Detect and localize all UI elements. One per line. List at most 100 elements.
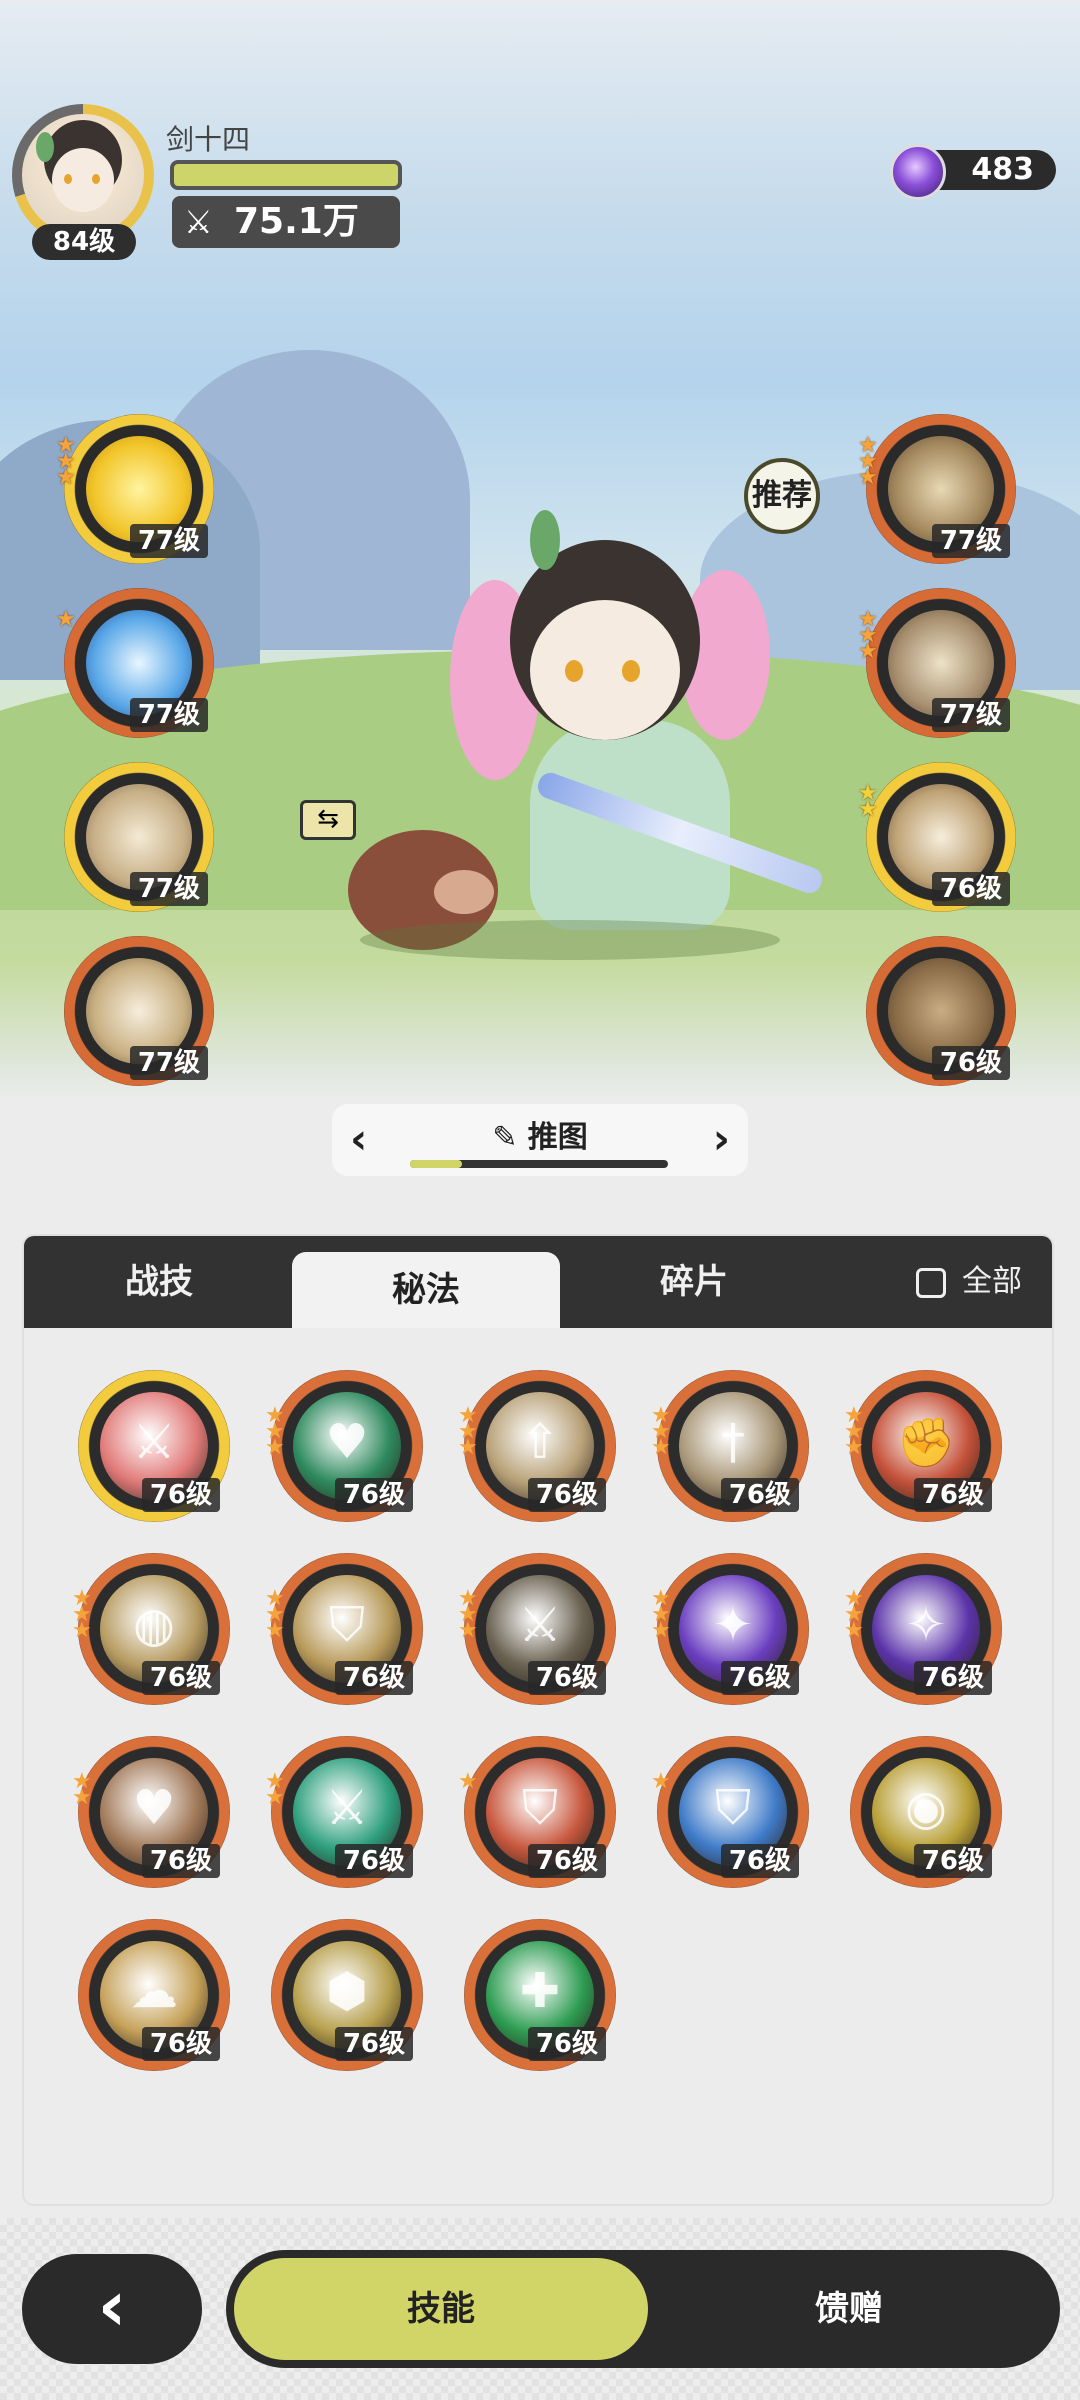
hp-bar — [170, 160, 402, 190]
skill-level: 76级 — [527, 1478, 606, 1512]
skill-glyph: ⇧ — [519, 1414, 561, 1470]
skill-glyph: ⚔ — [325, 1780, 369, 1836]
star-rating: ★ ★ ★ — [458, 1586, 478, 1643]
chevron-left-icon: ‹ — [97, 2265, 127, 2347]
checkbox[interactable] — [916, 1267, 946, 1298]
shadow — [360, 920, 780, 960]
skill-level: 76级 — [334, 1844, 413, 1878]
stage-progress-fill — [410, 1160, 462, 1168]
skill-level: 76级 — [931, 872, 1010, 906]
star-rating: ★ ★ — [72, 1769, 92, 1810]
star-rating: ★ ★ ★ — [651, 1403, 671, 1460]
star-rating: ★ ★ — [858, 781, 878, 822]
skill-slot[interactable]: ◉ 76级 — [850, 1736, 1002, 1888]
star-rating: ★ ★ ★ — [265, 1403, 285, 1460]
skill-glyph: ✦ — [712, 1597, 754, 1653]
skill-slot[interactable]: ♥ ★ ★ 76级 — [72, 1736, 230, 1888]
star-rating: ★ ★ ★ — [858, 607, 878, 664]
skill-panel: 战技 秘法 碎片 全部 ⚔ 76级 ♥ ★ ★ ★ 76级 ⇧ ★ ★ ★ 76级 † ★ ★ ★ 76级 ✊ ★ ★… — [24, 1236, 1052, 2204]
skill-slot[interactable]: ☁ 76级 — [78, 1919, 230, 2071]
star-rating: ★ ★ ★ — [265, 1586, 285, 1643]
star-rating: ★ ★ ★ — [844, 1403, 864, 1460]
skill-slot[interactable]: ✚ 76级 — [464, 1919, 616, 2071]
tab-techniques[interactable]: 战技 — [24, 1236, 294, 1328]
tab-fragments[interactable]: 碎片 — [560, 1236, 828, 1328]
crossed-swords-icon: ⚔ — [184, 203, 213, 241]
skill-level: 76级 — [527, 2027, 606, 2061]
skill-level: 76级 — [527, 1844, 606, 1878]
player-name: 剑十四 — [166, 123, 251, 156]
skill-slot[interactable]: ⛉ ★ 76级 — [651, 1736, 809, 1888]
skill-glyph: ☁ — [130, 1963, 178, 2019]
skill-level: 76级 — [141, 1844, 220, 1878]
star-rating: ★ ★ ★ — [844, 1586, 864, 1643]
skill-slot[interactable]: † ★ ★ ★ 76级 — [651, 1370, 809, 1522]
tab-gift[interactable]: 馈赠 — [646, 2258, 1052, 2360]
star-rating: ★ ★ ★ — [458, 1403, 478, 1460]
left-skill-3[interactable]: 77级 — [64, 762, 214, 912]
skill-slot[interactable]: ⚔ ★ ★ ★ 76级 — [458, 1553, 616, 1705]
currency-display[interactable]: 483 — [890, 144, 1056, 200]
star-rating: ★ ★ ★ — [651, 1586, 671, 1643]
tab-skills[interactable]: 技能 — [234, 2258, 648, 2360]
skill-slot[interactable]: ⚔ ★ ★ 76级 — [265, 1736, 423, 1888]
skill-glyph: ♥ — [132, 1780, 176, 1836]
skill-level: 77级 — [931, 524, 1010, 558]
right-skill-2[interactable]: ★ ★ ★ 77级 — [858, 588, 1016, 738]
right-skill-1[interactable]: ★ ★ ★ 77级 — [858, 414, 1016, 564]
skill-slot[interactable]: ⬢ 76级 — [271, 1919, 423, 2071]
stage-label: 推图 — [527, 1120, 588, 1155]
swap-pet-icon[interactable]: ⇆ — [300, 800, 356, 840]
stage-progress-bar — [410, 1160, 668, 1168]
skill-glyph: ◍ — [133, 1597, 175, 1653]
left-skill-4[interactable]: 77级 — [64, 936, 214, 1086]
right-skill-3[interactable]: ★ ★ 76级 — [858, 762, 1016, 912]
skill-glyph: ⛉ — [521, 1780, 558, 1836]
avatar-image — [22, 114, 144, 236]
skill-level: 76级 — [141, 1478, 220, 1512]
left-skill-2[interactable]: ★ 77级 — [56, 588, 214, 738]
skill-level: 77级 — [129, 1046, 208, 1080]
show-all-toggle[interactable]: 全部 — [916, 1236, 1022, 1328]
skill-slot[interactable]: ♥ ★ ★ ★ 76级 — [265, 1370, 423, 1522]
skill-slot[interactable]: ⛉ ★ ★ ★ 76级 — [265, 1553, 423, 1705]
skill-glyph: ⚔ — [518, 1597, 562, 1653]
star-rating: ★ — [56, 607, 76, 632]
skill-glyph: ✧ — [905, 1597, 947, 1653]
show-all-label: 全部 — [962, 1264, 1022, 1299]
right-skill-4[interactable]: 76级 — [866, 936, 1016, 1086]
skill-level: 76级 — [141, 1661, 220, 1695]
skill-slot[interactable]: ✧ ★ ★ ★ 76级 — [844, 1553, 1002, 1705]
skill-level: 77级 — [129, 872, 208, 906]
skill-glyph: † — [721, 1414, 745, 1470]
skill-glyph: ⬢ — [326, 1963, 368, 2019]
skill-level: 76级 — [720, 1661, 799, 1695]
back-button[interactable]: ‹ — [22, 2254, 202, 2364]
skill-slot[interactable]: ✦ ★ ★ ★ 76级 — [651, 1553, 809, 1705]
star-rating: ★ ★ — [265, 1769, 285, 1810]
bottom-tab-bar: 技能 馈赠 — [226, 2250, 1060, 2368]
skill-slot[interactable]: ⛉ ★ 76级 — [458, 1736, 616, 1888]
chevron-right-icon[interactable]: › — [713, 1114, 730, 1163]
skill-level: 76级 — [141, 2027, 220, 2061]
currency-amount: 483 — [971, 152, 1034, 187]
recommend-button[interactable]: 推荐 — [744, 458, 820, 534]
skill-level: 76级 — [334, 1478, 413, 1512]
skill-level: 76级 — [720, 1478, 799, 1512]
skill-level: 76级 — [720, 1844, 799, 1878]
skill-slot[interactable]: ⇧ ★ ★ ★ 76级 — [458, 1370, 616, 1522]
skill-glyph: ✊ — [896, 1415, 956, 1471]
star-rating: ★ ★ ★ — [858, 433, 878, 490]
skill-slot[interactable]: ◍ ★ ★ ★ 76级 — [72, 1553, 230, 1705]
skill-level: 76级 — [913, 1661, 992, 1695]
star-rating: ★ ★ ★ — [72, 1586, 92, 1643]
stage-title[interactable]: ✎ 推图 — [332, 1112, 748, 1156]
skill-slot[interactable]: ✊ ★ ★ ★ 76级 — [844, 1370, 1002, 1522]
left-skill-1[interactable]: ★ ★ ★ 77级 — [56, 414, 214, 564]
skill-level: 76级 — [931, 1046, 1010, 1080]
skill-level: 77级 — [931, 698, 1010, 732]
skill-slot[interactable]: ⚔ 76级 — [78, 1370, 230, 1522]
skill-glyph: ⛉ — [328, 1597, 365, 1653]
skill-glyph: ♥ — [325, 1414, 369, 1470]
tab-secret-arts[interactable]: 秘法 — [292, 1252, 560, 1328]
